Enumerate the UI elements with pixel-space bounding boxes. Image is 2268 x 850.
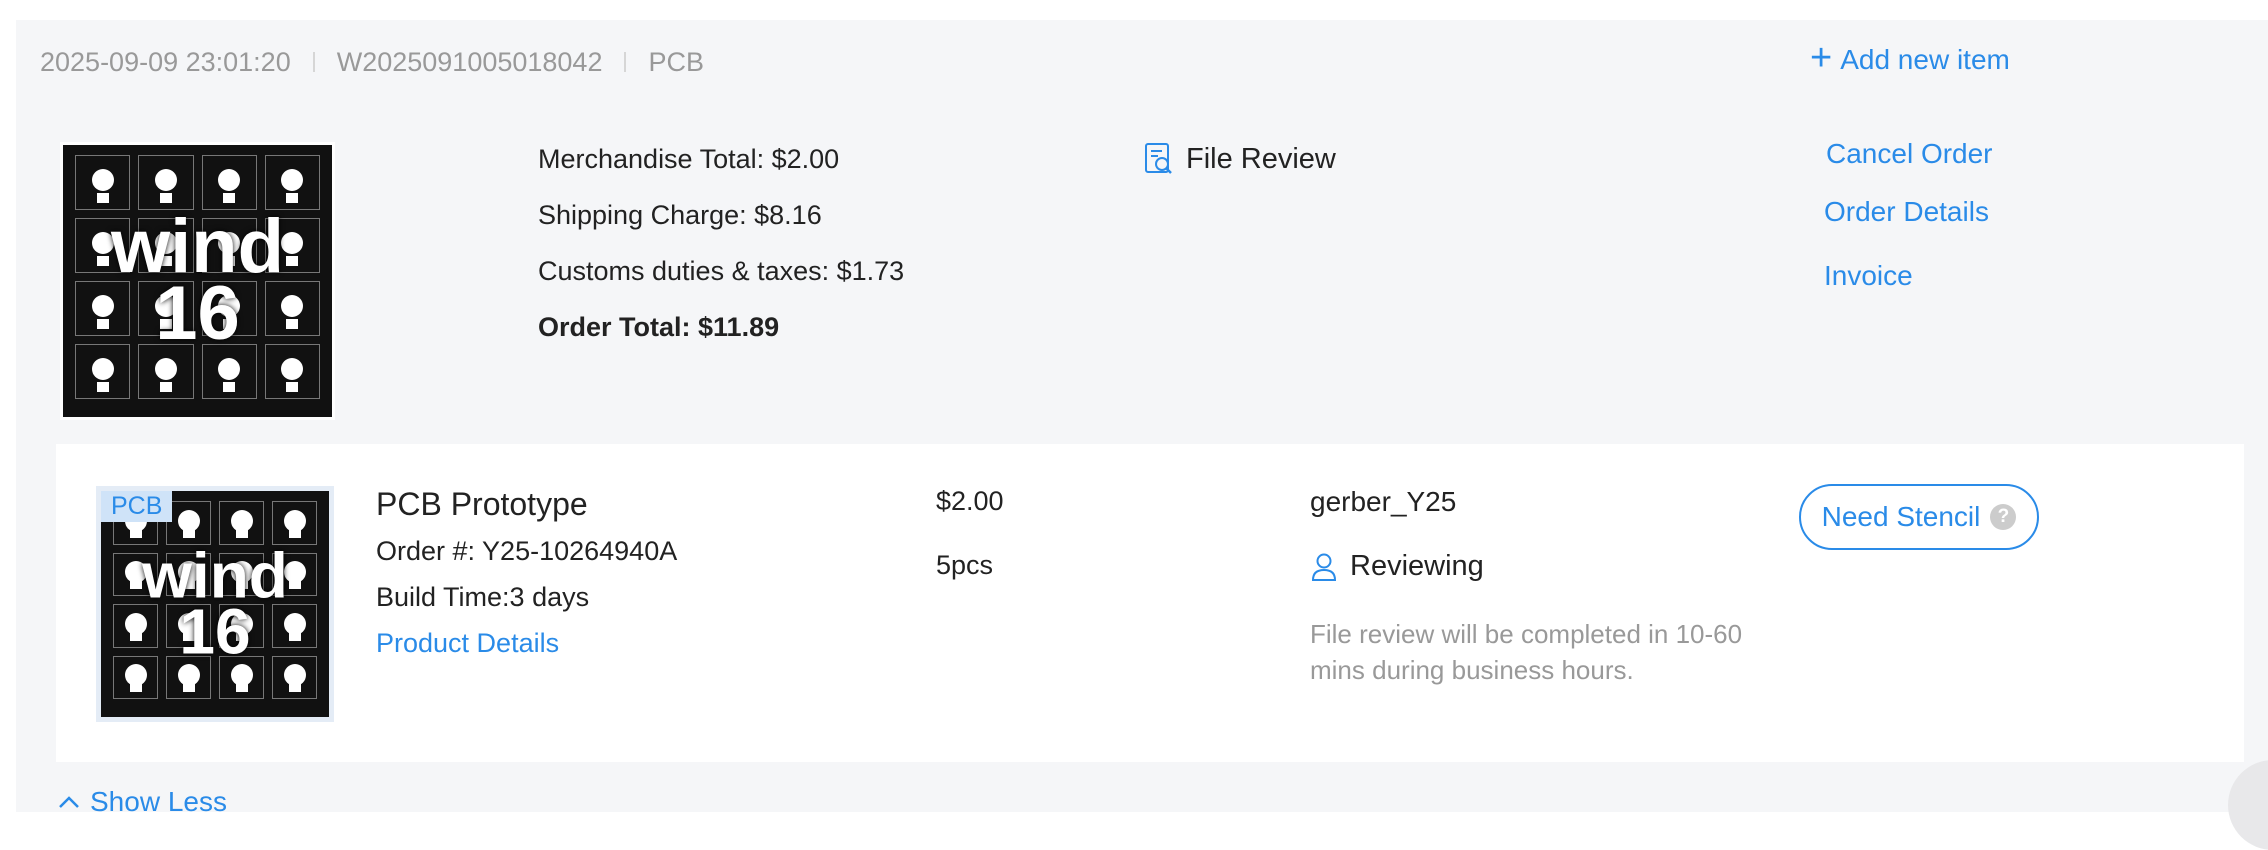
order-total: Order Total: $11.89 xyxy=(538,312,780,342)
order-totals: Merchandise Total: $2.00 Shipping Charge… xyxy=(538,138,904,362)
item-order-number: Order #: Y25-10264940A xyxy=(376,536,678,566)
order-number: W2025091005018042 xyxy=(336,46,603,77)
review-status-label: Reviewing xyxy=(1350,550,1484,582)
file-review-icon xyxy=(1145,143,1172,174)
order-details-link[interactable]: Order Details xyxy=(1824,196,1989,228)
need-stencil-label: Need Stencil xyxy=(1821,501,1981,532)
product-title: PCB Prototype xyxy=(376,486,588,522)
plus-icon: + xyxy=(1810,37,1833,79)
product-details-link[interactable]: Product Details xyxy=(376,628,559,659)
order-datetime: 2025-09-09 23:01:20 xyxy=(40,46,291,77)
add-new-item-label: Add new item xyxy=(1840,44,2010,75)
build-time: Build Time:3 days xyxy=(376,582,590,612)
need-stencil-button[interactable]: Need Stencil ? xyxy=(1799,484,2039,550)
header-divider xyxy=(624,52,627,72)
thumbnail-overlay-text: wind 16 xyxy=(142,539,288,668)
merchandise-total: Merchandise Total: $2.00 xyxy=(538,144,840,174)
order-product-type: PCB xyxy=(648,46,704,77)
thumbnail-overlay-text: wind 16 xyxy=(110,204,285,356)
file-review-label: File Review xyxy=(1186,142,1336,175)
item-price: $2.00 xyxy=(936,486,1004,516)
header-divider xyxy=(312,52,315,72)
review-status-note: File review will be completed in 10-60 m… xyxy=(1310,619,1743,685)
shipping-charge: Shipping Charge: $8.16 xyxy=(538,200,822,230)
item-quantity: 5pcs xyxy=(936,550,994,580)
item-thumbnail[interactable]: PCB wind 16 xyxy=(96,486,334,722)
review-status: Reviewing xyxy=(1310,550,1484,583)
invoice-link[interactable]: Invoice xyxy=(1824,260,1913,292)
add-new-item-button[interactable]: + Add new item xyxy=(1810,37,2010,80)
show-less-toggle[interactable]: Show Less xyxy=(58,786,227,818)
file-review-status: File Review xyxy=(1144,142,1336,176)
order-thumbnail[interactable]: wind 16 xyxy=(60,142,335,420)
cancel-order-link[interactable]: Cancel Order xyxy=(1826,138,1993,170)
help-icon[interactable]: ? xyxy=(1990,504,2017,530)
order-header: 2025-09-09 23:01:20 W2025091005018042 PC… xyxy=(40,44,704,80)
show-less-label: Show Less xyxy=(90,786,227,817)
gerber-file-name: gerber_Y25 xyxy=(1310,486,1457,517)
item-type-tag: PCB xyxy=(101,491,173,522)
chevron-up-icon xyxy=(59,796,79,808)
reviewer-icon xyxy=(1311,553,1337,581)
customs-duties: Customs duties & taxes: $1.73 xyxy=(538,256,905,286)
